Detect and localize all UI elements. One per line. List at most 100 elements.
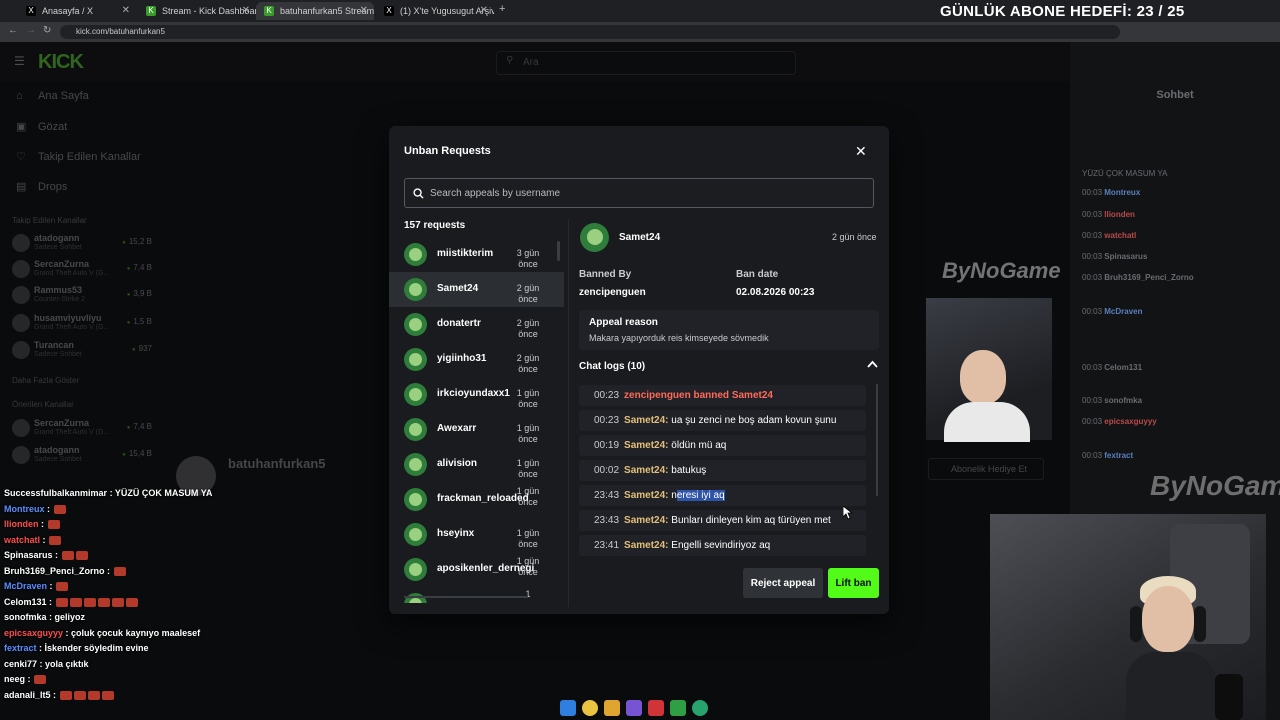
log-user: Samet24:: [624, 465, 669, 476]
new-tab-icon[interactable]: +: [499, 3, 505, 15]
chat-log-entry: 00:23 Samet24: ua şu zenci ne boş adam ko…: [579, 410, 866, 431]
emote-icon: [69, 597, 82, 607]
close-tab-icon[interactable]: ✕: [122, 5, 130, 16]
mouse-cursor-icon: [843, 506, 853, 520]
request-list-item[interactable]: irkcioyundaxx1 1 gün önce: [389, 377, 564, 412]
request-list-item[interactable]: donatertr 2 gün önce: [389, 307, 564, 342]
headphone: [1130, 606, 1142, 642]
request-list-item[interactable]: 1: [389, 587, 564, 603]
chat-user[interactable]: fextract: [1104, 451, 1133, 460]
log-message: ua şu zenci ne boş adam kovun şunu: [671, 415, 837, 426]
log-time: 23:41: [594, 540, 620, 551]
url-field[interactable]: kick.com/batuhanfurkan5: [60, 25, 1120, 39]
appeal-search-input[interactable]: [430, 187, 860, 199]
chat-logs-list[interactable]: 00:23 zencipenguen banned Samet24 00:23 Sam…: [579, 382, 869, 556]
browser-tab-dashboard[interactable]: K Stream - Kick Dashboard ✕: [138, 2, 256, 20]
chat-log-entry: 23:41 Samet24: Engelli sevindiriyoz aq: [579, 535, 866, 556]
close-tab-icon[interactable]: ✕: [360, 5, 368, 16]
request-list-item[interactable]: hseyinx 1 gün önce: [389, 517, 564, 552]
reject-appeal-button[interactable]: Reject appeal: [743, 568, 823, 598]
app-x-icon[interactable]: [648, 700, 664, 716]
reload-icon[interactable]: ↻: [43, 25, 51, 36]
request-list-item[interactable]: Samet24 2 gün önce: [389, 272, 564, 307]
log-time: 00:19: [594, 440, 620, 451]
browser-tab-x[interactable]: X Anasayfa / X ✕: [18, 2, 136, 20]
detail-time: 2 gün önce: [832, 232, 877, 242]
close-tab-icon[interactable]: ✕: [480, 5, 488, 16]
taskbar: [560, 698, 720, 718]
tab-label: Anasayfa / X: [42, 6, 94, 16]
chat-user[interactable]: sonofmka: [1104, 396, 1142, 405]
request-list-item[interactable]: Awexarr 1 gün önce: [389, 412, 564, 447]
chat-message: 00:03 Spinasarus: [1082, 252, 1147, 261]
webcam-small: [926, 298, 1052, 442]
emote-icon: [55, 597, 68, 607]
chat-message: 00:03 Montreux: [1082, 188, 1140, 197]
avatar: [580, 223, 609, 252]
kick-app-icon[interactable]: [670, 700, 686, 716]
emote-icon: [113, 566, 126, 576]
request-username: yigiinho31: [437, 353, 487, 364]
request-list-hscrollbar[interactable]: [404, 596, 528, 598]
log-user: Samet24:: [624, 440, 669, 451]
discord-icon[interactable]: [626, 700, 642, 716]
watermark-logo: ByNoGame: [942, 258, 1061, 283]
chat-log-entry: 00:23 zencipenguen banned Samet24: [579, 385, 866, 406]
request-list-item[interactable]: alivision 1 gün önce: [389, 447, 564, 482]
emote-icon: [53, 504, 66, 514]
chat-user[interactable]: Montreux: [1104, 188, 1140, 197]
avatar: [404, 418, 427, 441]
chat-user[interactable]: epicsaxguyyy: [1104, 417, 1156, 426]
address-bar-row: ← → ↻ kick.com/batuhanfurkan5: [0, 22, 1280, 42]
chat-user[interactable]: llionden: [1104, 210, 1135, 219]
file-explorer-icon[interactable]: [604, 700, 620, 716]
log-user: Samet24:: [624, 490, 669, 501]
browser-tab-stream[interactable]: K batuhanfurkan5 Stream - Watc ✕: [256, 2, 374, 20]
request-list-scrollbar[interactable]: [557, 241, 560, 261]
chat-user[interactable]: watchatl: [1104, 231, 1136, 240]
chat-log-entry: 00:02 Samet24: batukuş: [579, 460, 866, 481]
forward-icon[interactable]: →: [26, 25, 36, 36]
overlay-chat-user: Montreux: [4, 503, 45, 514]
chat-user[interactable]: Spinasarus: [1104, 252, 1147, 261]
avatar: [404, 558, 427, 581]
request-list-item[interactable]: aposikenler_dernegi 1 gün önce: [389, 552, 564, 587]
chat-time: 00:03: [1082, 252, 1103, 261]
overlay-chat-user: Successfulbalkanmimar: [4, 488, 108, 498]
request-time: 2 gün önce: [516, 353, 540, 374]
close-tab-icon[interactable]: ✕: [242, 5, 250, 16]
emote-icon: [97, 597, 110, 607]
windows-start-icon[interactable]: [560, 700, 576, 716]
chat-user[interactable]: McDraven: [1104, 307, 1142, 316]
appeal-search-field[interactable]: [404, 178, 874, 208]
overlay-chat-user: fextract: [4, 643, 37, 653]
close-icon[interactable]: ✕: [855, 143, 867, 160]
overlay-chat-message: Celom131 :: [0, 595, 240, 611]
browser-tab-archive[interactable]: X (1) X'te Yugusugut Arşivi "batuh ✕: [376, 2, 494, 20]
lift-ban-button[interactable]: Lift ban: [828, 568, 879, 598]
overlay-chat-text: geliyoz: [54, 612, 86, 622]
log-message: öldün mü aq: [671, 440, 727, 451]
chevron-up-icon[interactable]: [867, 360, 878, 371]
chat-user[interactable]: Celom131: [1104, 363, 1142, 372]
request-list-item[interactable]: frackman_reloaded 1 gün önce: [389, 482, 564, 517]
chat-logs-scrollbar[interactable]: [876, 384, 878, 496]
request-list-item[interactable]: miistikterim 3 gün önce: [389, 237, 564, 272]
chat-time: 00:03: [1082, 451, 1103, 460]
chat-time: 00:03: [1082, 307, 1103, 316]
app-icon[interactable]: [692, 700, 708, 716]
log-time: 23:43: [594, 515, 620, 526]
overlay-chat-text: İskender söyledim evine: [44, 643, 149, 653]
avatar: [404, 523, 427, 546]
chrome-icon[interactable]: [582, 700, 598, 716]
request-list[interactable]: miistikterim 3 gün önce Samet24 2 gün önce d…: [389, 237, 564, 603]
chat-user[interactable]: Bruh3169_Penci_Zorno: [1104, 273, 1193, 282]
emote-icon: [34, 675, 47, 685]
ban-date-label: Ban date: [736, 269, 779, 280]
overlay-chat-message: Spinasarus :: [0, 548, 240, 564]
overlay-chat-user: Celom131: [4, 596, 47, 607]
back-icon[interactable]: ←: [8, 25, 18, 36]
overlay-chat-message: Montreux :: [0, 502, 240, 518]
overlay-chat-user: neeg: [4, 674, 26, 684]
request-list-item[interactable]: yigiinho31 2 gün önce: [389, 342, 564, 377]
